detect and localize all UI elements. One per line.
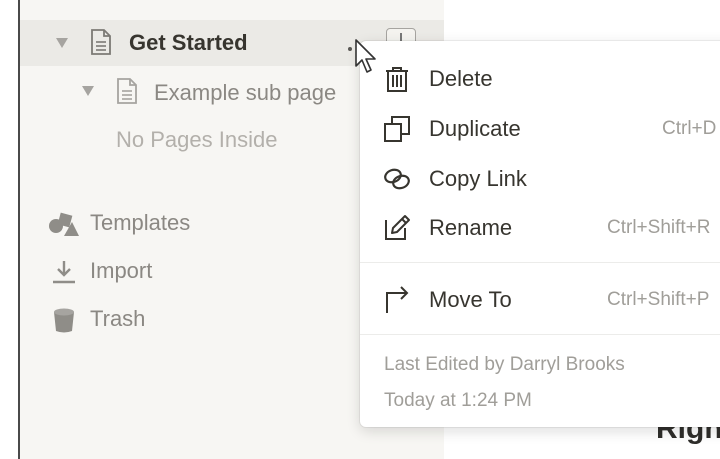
menu-item-label: Delete (429, 66, 493, 91)
menu-item-delete[interactable]: Delete (360, 56, 720, 102)
menu-item-label: Copy Link (429, 166, 527, 191)
duplicate-icon (384, 116, 410, 142)
link-icon (384, 168, 410, 190)
mouse-cursor-icon (355, 39, 376, 73)
menu-item-move-to[interactable]: Move To Ctrl+Shift+P (360, 277, 720, 323)
sidebar-item-label: Templates (90, 210, 191, 235)
page-context-menu: Delete Duplicate Ctrl+D Copy Link Rename… (360, 41, 720, 427)
trash-icon (54, 308, 74, 333)
empty-state-text: No Pages Inside (116, 127, 278, 152)
menu-divider (360, 334, 720, 335)
menu-item-duplicate[interactable]: Duplicate Ctrl+D (360, 106, 720, 152)
templates-icon (49, 212, 79, 236)
menu-item-label: Rename (429, 215, 513, 240)
expand-toggle-icon[interactable] (56, 38, 68, 48)
menu-item-shortcut: Ctrl+Shift+R (607, 217, 711, 238)
menu-item-shortcut: Ctrl+D (662, 118, 717, 139)
sidebar-item-label: Example sub page (154, 80, 337, 105)
sidebar-item-label: Import (90, 258, 153, 283)
trash-can-icon (386, 67, 408, 92)
menu-divider (360, 262, 720, 263)
pencil-icon (385, 215, 410, 240)
move-arrow-icon (386, 286, 409, 313)
last-edited-time: Today at 1:24 PM (384, 390, 532, 411)
menu-item-label: Move To (429, 287, 512, 312)
menu-item-label: Duplicate (429, 116, 521, 141)
menu-item-copy-link[interactable]: Copy Link (360, 156, 720, 202)
menu-item-rename[interactable]: Rename Ctrl+Shift+R (360, 205, 720, 251)
menu-item-shortcut: Ctrl+Shift+P (607, 289, 710, 310)
expand-toggle-icon[interactable] (82, 86, 94, 96)
import-icon (53, 261, 75, 284)
last-edited-by: Last Edited by Darryl Brooks (384, 354, 625, 375)
page-icon (117, 78, 137, 104)
sidebar-item-label: Get Started (129, 30, 248, 55)
sidebar-item-label: Trash (90, 306, 146, 331)
page-icon (91, 29, 111, 55)
